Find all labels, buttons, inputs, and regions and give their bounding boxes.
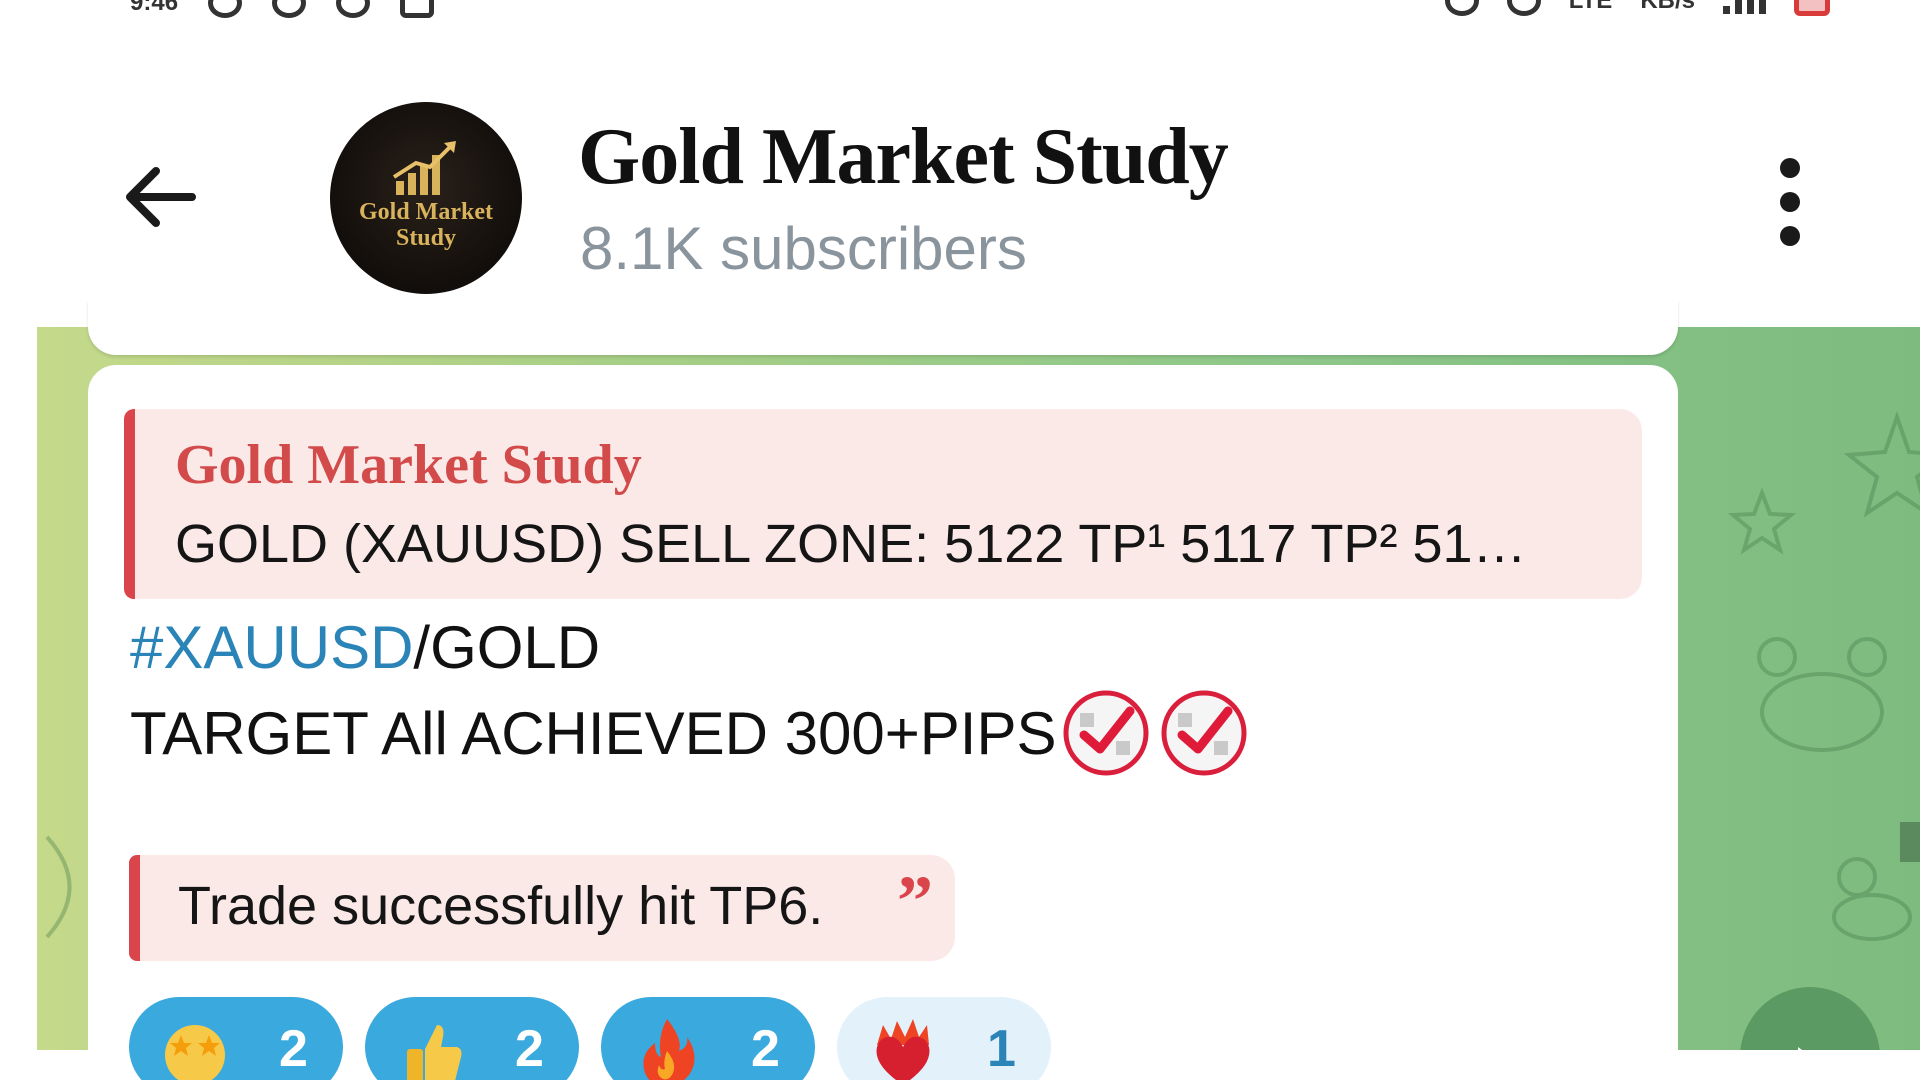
sync-icon <box>336 0 371 18</box>
more-vertical-icon <box>1780 158 1800 178</box>
quote-mark-icon: ” <box>897 861 933 941</box>
alarm-icon <box>1444 0 1479 16</box>
crab-doodle-icon <box>1757 637 1887 752</box>
reaction-count: 2 <box>515 1020 544 1078</box>
status-bar: 9:46 LTE KB/s <box>0 0 1920 30</box>
network-speed: KB/s <box>1640 0 1695 14</box>
scroll-down-button[interactable] <box>1740 987 1880 1050</box>
reply-preview[interactable]: Gold Market Study GOLD (XAUUSD) SELL ZON… <box>124 409 1642 599</box>
chevron-down-icon <box>1798 1047 1830 1050</box>
reaction-fire[interactable]: 2 <box>601 997 815 1080</box>
duck-doodle-icon <box>1832 857 1912 941</box>
reaction-count: 2 <box>751 1020 780 1078</box>
arrow-left-icon <box>126 167 196 227</box>
channel-title[interactable]: Gold Market Study <box>578 112 1229 203</box>
starfish-doodle-icon <box>1843 410 1920 518</box>
star-doodle-icon <box>1727 487 1797 555</box>
message-line-1: #XAUUSD/GOLD <box>130 613 600 682</box>
scroll-handle[interactable] <box>1900 822 1920 862</box>
channel-avatar[interactable]: Gold Market Study <box>330 102 522 294</box>
more-vertical-icon-dot <box>1780 192 1800 212</box>
fire-icon <box>643 1019 695 1080</box>
signal-icon <box>1723 0 1766 14</box>
reactions-bar: 2 2 2 1 <box>129 997 1051 1080</box>
status-right-icons: LTE KB/s <box>1444 0 1830 16</box>
star-struck-icon <box>165 1025 225 1080</box>
more-options-button[interactable] <box>1760 152 1820 252</box>
check-mark-icon <box>1156 685 1252 781</box>
telegram-channel-screen: 9:46 LTE KB/s Gold Market Study Gold Mar… <box>0 0 1920 1080</box>
reply-text: GOLD (XAUUSD) SELL ZONE: 5122 TP¹ 5117 T… <box>175 514 1527 574</box>
location-icon <box>272 0 307 18</box>
reaction-count: 1 <box>987 1020 1016 1078</box>
whatsapp-icon <box>208 0 243 18</box>
reaction-flaming-heart[interactable]: 1 <box>837 997 1051 1080</box>
quote-block: Trade successfully hit TP6. ” <box>129 855 955 961</box>
chat-header: Gold Market Study Gold Market Study 8.1K… <box>0 52 1920 322</box>
reaction-star-struck[interactable]: 2 <box>129 997 343 1080</box>
chart-growth-icon <box>392 141 456 195</box>
reaction-thumbs-up[interactable]: 2 <box>365 997 579 1080</box>
hashtag-link[interactable]: #XAUUSD <box>130 614 413 681</box>
reaction-count: 2 <box>279 1020 308 1078</box>
check-mark-icon <box>1058 685 1154 781</box>
message-line-2: TARGET All ACHIEVED 300+PIPS <box>130 685 1252 781</box>
message-line-1-rest: /GOLD <box>413 614 601 681</box>
message-line-2-text: TARGET All ACHIEVED 300+PIPS <box>130 699 1057 767</box>
more-vertical-icon-dot <box>1780 226 1800 246</box>
clock-icon <box>1506 0 1541 16</box>
back-button[interactable] <box>115 152 205 242</box>
avatar-logo-line1: Gold Market <box>359 199 493 225</box>
battery-icon <box>1794 0 1830 16</box>
quote-text: Trade successfully hit TP6. <box>178 876 824 936</box>
subscriber-count: 8.1K subscribers <box>580 215 1027 282</box>
thumbs-up-icon <box>407 1025 462 1080</box>
screen-icon <box>400 0 435 18</box>
previous-message-bubble[interactable] <box>88 300 1678 355</box>
status-left-icons: 9:46 <box>130 0 435 18</box>
network-type: LTE <box>1568 0 1613 14</box>
reply-author: Gold Market Study <box>175 434 642 496</box>
avatar-logo-line2: Study <box>395 225 457 251</box>
flaming-heart-icon <box>876 1019 930 1080</box>
message-bubble[interactable]: Gold Market Study GOLD (XAUUSD) SELL ZON… <box>88 365 1678 1080</box>
status-time: 9:46 <box>130 0 179 16</box>
